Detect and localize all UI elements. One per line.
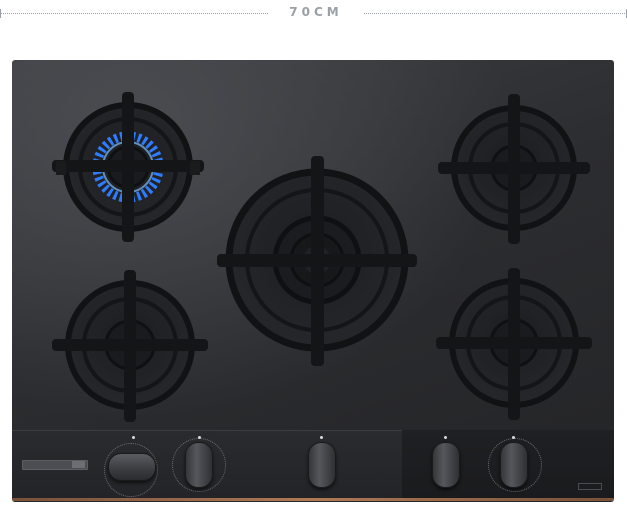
- knob-marker-3: [320, 436, 323, 439]
- burner-center-wok: [217, 156, 417, 366]
- knob-marker-2: [198, 436, 201, 439]
- product-badge-end: [72, 461, 85, 468]
- dimension-line-right: [364, 13, 627, 14]
- dimension-line-left: [0, 13, 268, 14]
- copper-trim-strip: [12, 498, 614, 501]
- gas-hob-photo: [12, 60, 614, 502]
- burner-rear-left: [52, 92, 204, 242]
- knob-marker-5: [512, 436, 515, 439]
- burner-rear-right: [438, 94, 590, 244]
- burner-front-right: [436, 268, 592, 420]
- control-knob-3[interactable]: [308, 442, 336, 488]
- control-knob-1[interactable]: [108, 453, 156, 481]
- knob-marker-1: [132, 436, 135, 439]
- burner-front-left: [52, 270, 208, 422]
- control-knob-5[interactable]: [500, 442, 528, 488]
- dimension-label: 70CM: [289, 5, 343, 19]
- knob-marker-4: [444, 436, 447, 439]
- width-dimension: 70CM: [0, 4, 627, 24]
- control-knob-4[interactable]: [432, 442, 460, 488]
- control-knob-2[interactable]: [185, 442, 213, 488]
- brand-logo: [578, 483, 602, 490]
